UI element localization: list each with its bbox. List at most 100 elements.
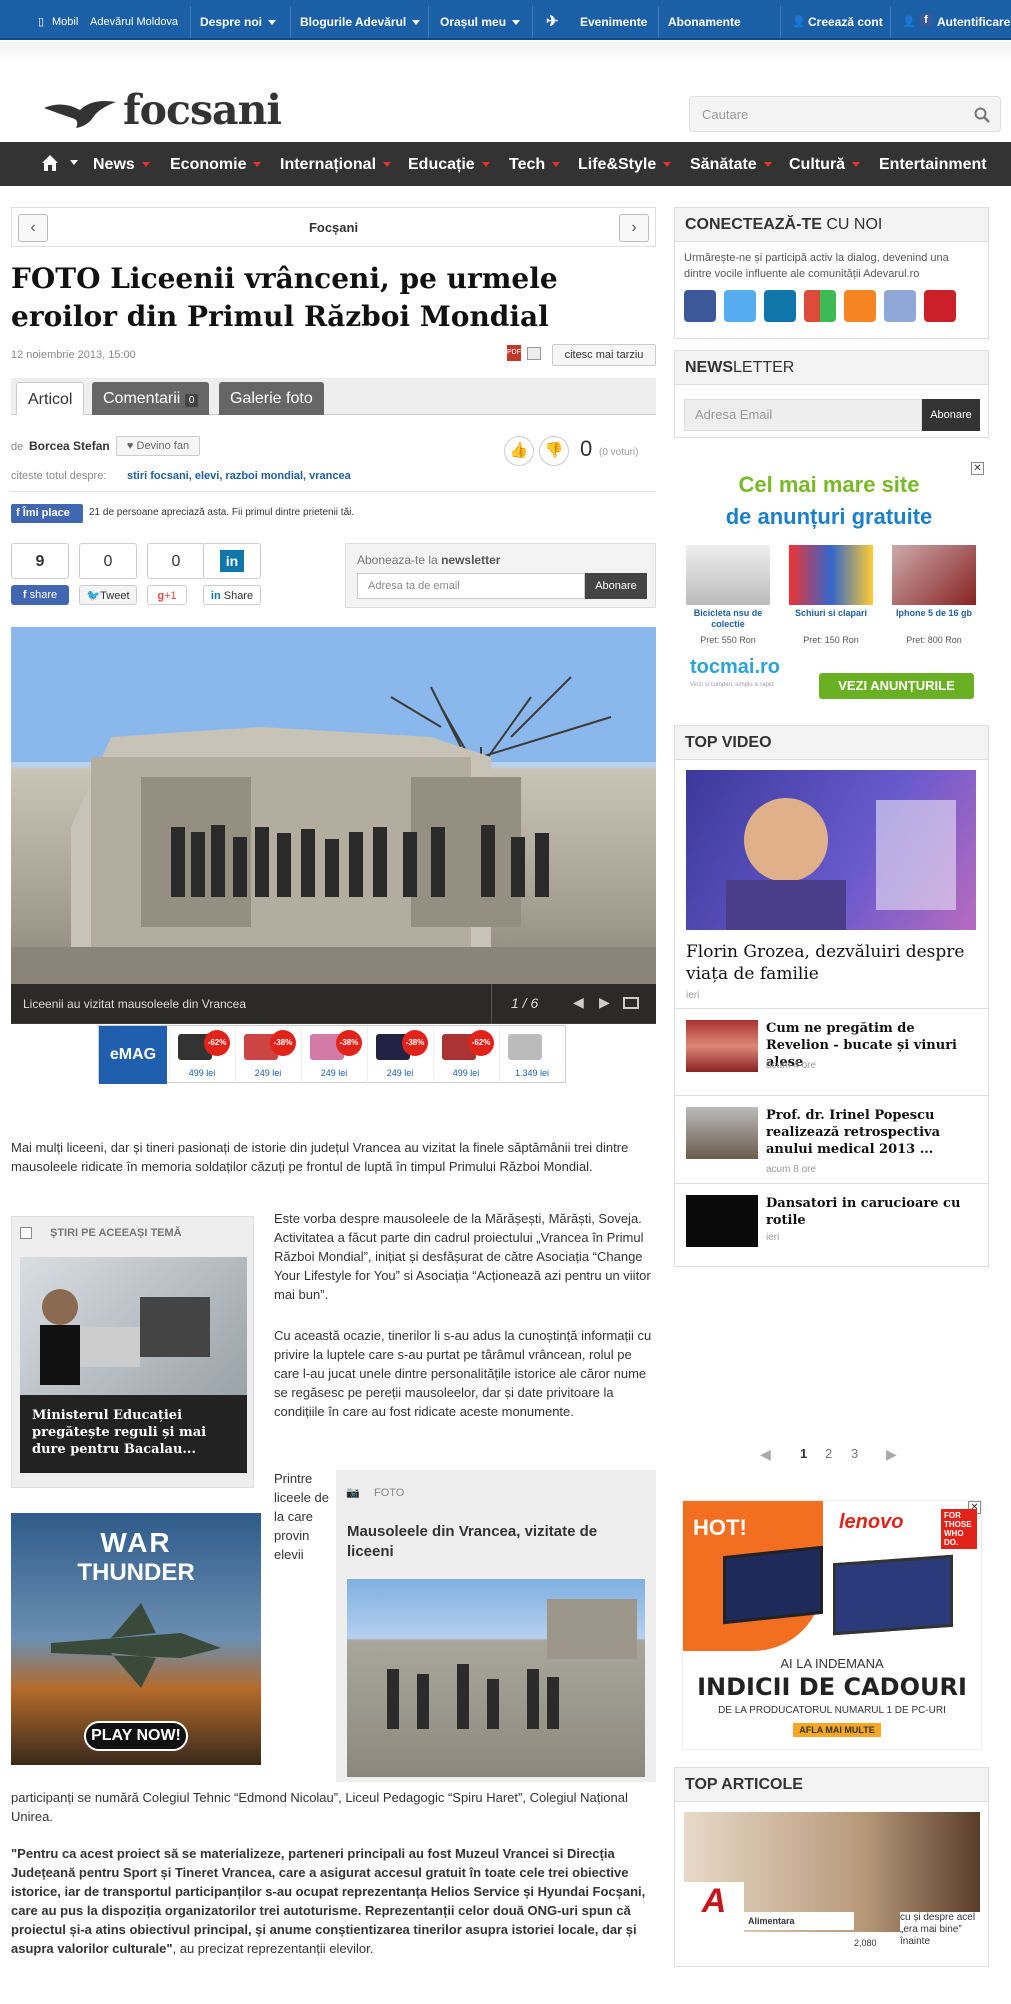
paragraph-2: Este vorba despre mausoleele de la Mărăș…	[274, 1211, 651, 1302]
linkedin-icon: in	[203, 543, 261, 579]
divider	[290, 6, 291, 38]
tocmai-ad[interactable]: ✕ Cel mai mare site de anunțuri gratuite…	[674, 460, 984, 705]
twitter-icon[interactable]	[724, 290, 756, 322]
related-article-title[interactable]: Ministerul Educației pregătește reguli ș…	[32, 1407, 237, 1458]
top-link-abonamente[interactable]: Abonamente	[668, 0, 741, 40]
video-thumbnail[interactable]	[686, 770, 976, 930]
thumbs-down-icon[interactable]: 👎	[539, 436, 569, 466]
nav-item-international[interactable]: Internațional	[280, 156, 392, 174]
fb-like-button[interactable]: f Îmi place	[11, 504, 83, 523]
page-1[interactable]: 1	[800, 1446, 807, 1461]
next-photo-icon[interactable]: ▶	[599, 994, 610, 1011]
related-image[interactable]	[20, 1257, 247, 1395]
top-link-mobil[interactable]: Mobil	[52, 0, 78, 40]
facebook-icon[interactable]	[684, 290, 716, 322]
listing-item[interactable]: Schiuri si clapari Pret: 150 Ron	[789, 545, 873, 655]
pdf-icon[interactable]: PDF	[507, 345, 521, 361]
gplus-button[interactable]: g+1	[147, 585, 187, 605]
eagle-logo-icon[interactable]	[42, 96, 118, 130]
fb-share-button[interactable]: f share	[11, 585, 69, 605]
tab-galerie[interactable]: Galerie foto	[219, 382, 324, 415]
video-title[interactable]: Florin Grozea, dezvăluiri despre viața d…	[686, 941, 976, 985]
paragraph-4-end: participanți se numără Colegiul Tehnic “…	[11, 1790, 628, 1824]
nav-item-educatie[interactable]: Educație	[408, 156, 490, 174]
fb-like-text: 21 de persoane apreciază asta. Fii primu…	[89, 507, 355, 518]
home-icon[interactable]	[41, 154, 59, 172]
tab-comentarii[interactable]: Comentarii 0	[92, 382, 210, 415]
read-later-button[interactable]: citesc mai tarziu	[552, 344, 656, 366]
newsletter-subscribe-button[interactable]: Abonare	[585, 573, 647, 599]
nav-item-news[interactable]: News	[93, 156, 150, 174]
emag-product[interactable]: 1.349 lei	[499, 1026, 563, 1084]
article-title-3[interactable]: Dansatori in carucioare cu rotile	[766, 1195, 976, 1229]
tags-links[interactable]: stiri focsani, elevi, razboi mondial, vr…	[127, 470, 351, 482]
war-thunder-ad[interactable]: WAR THUNDER PLAY NOW!	[11, 1513, 261, 1765]
create-account-link[interactable]: Creează cont	[808, 0, 883, 40]
prev-photo-icon[interactable]: ◀	[573, 994, 584, 1011]
fan-button[interactable]: ♥ Devino fan	[116, 436, 200, 456]
top-article-text[interactable]: cu și despre acel „era mai bine” înainte	[900, 1912, 980, 1948]
top-article-image[interactable]: A Alimentara 2,080 cu și despre acel „er…	[684, 1812, 980, 1956]
listing-image	[892, 545, 976, 605]
play-now-button[interactable]: PLAY NOW!	[84, 1721, 188, 1751]
nav-item-entertainment[interactable]: Entertainment	[879, 156, 987, 174]
article-thumbnail[interactable]	[686, 1195, 758, 1247]
nav-item-sanatate[interactable]: Sănătate	[690, 156, 772, 174]
emag-product[interactable]: -62% 499 lei	[169, 1026, 233, 1084]
emag-product[interactable]: -38% 249 lei	[301, 1026, 365, 1084]
learn-more-button[interactable]: AFLA MAI MULTE	[793, 1723, 881, 1737]
top-link-evenimente[interactable]: Evenimente	[580, 0, 647, 40]
author-name[interactable]: Borcea Stefan	[29, 439, 110, 453]
sidebar-subscribe-button[interactable]: Abonare	[922, 399, 980, 431]
next-article-button[interactable]: ›	[619, 214, 649, 242]
tab-articol[interactable]: Articol	[16, 382, 85, 415]
top-menu-orasul[interactable]: Orașul meu	[440, 0, 521, 40]
emag-product[interactable]: -38% 249 lei	[367, 1026, 431, 1084]
search-input[interactable]: Cautare	[689, 96, 1001, 132]
print-icon[interactable]	[527, 347, 541, 360]
linkedin-share-button[interactable]: in Share	[203, 585, 261, 605]
email-icon[interactable]	[884, 290, 916, 322]
rss-icon[interactable]	[844, 290, 876, 322]
thumbs-up-icon[interactable]: 👍	[504, 436, 534, 466]
prev-page-icon[interactable]: ◀	[760, 1446, 771, 1463]
emag-product[interactable]: -38% 249 lei	[235, 1026, 299, 1084]
article-thumbnail[interactable]	[686, 1020, 758, 1072]
article-thumbnail[interactable]	[686, 1107, 758, 1159]
nav-item-tech[interactable]: Tech	[509, 156, 561, 174]
newsletter-email-input[interactable]: Adresa ta de email	[357, 573, 585, 599]
article-title-2[interactable]: Prof. dr. Irinel Popescu realizează retr…	[766, 1107, 976, 1158]
nav-item-economie[interactable]: Economie	[170, 156, 262, 174]
page-2[interactable]: 2	[825, 1446, 832, 1461]
gallery-image[interactable]	[347, 1579, 645, 1777]
login-link[interactable]: Autentificare	[937, 0, 1010, 40]
top-link-moldova[interactable]: Adevărul Moldova	[90, 0, 178, 40]
search-icon[interactable]	[974, 107, 990, 123]
gallery-title[interactable]: Mausoleele din Vrancea, vizitate de lice…	[347, 1522, 637, 1562]
section-pager: ‹ Focșani ›	[11, 207, 656, 247]
site-logo[interactable]: focsani	[123, 86, 282, 134]
nav-item-cultura[interactable]: Cultură	[789, 156, 860, 174]
article-time-3: ieri	[766, 1232, 780, 1243]
chevron-down-icon[interactable]	[70, 160, 78, 165]
google-plus-icon[interactable]	[804, 290, 836, 322]
tweet-button[interactable]: 🐦Tweet	[79, 585, 137, 605]
nav-item-lifestyle[interactable]: Life&Style	[578, 156, 672, 174]
sidebar-email-input[interactable]: Adresa Email	[684, 399, 922, 431]
next-page-icon[interactable]: ▶	[886, 1446, 897, 1463]
main-photo[interactable]	[11, 627, 656, 1023]
lenovo-ad[interactable]: ✕ HOT! lenovo FOR THOSE WHO DO. AI LA INDE…	[682, 1500, 982, 1750]
fullscreen-icon[interactable]	[623, 997, 639, 1009]
top-menu-bloguri[interactable]: Blogurile Adevărul	[300, 0, 421, 40]
see-ads-button[interactable]: VEZI ANUNȚURILE	[819, 673, 974, 699]
page-3[interactable]: 3	[851, 1446, 858, 1461]
emag-product[interactable]: -62% 499 lei	[433, 1026, 497, 1084]
mobile-icon[interactable]: ▯	[38, 0, 44, 40]
emag-ad-banner[interactable]: eMAG -62% 499 lei -38% 249 lei -38% 249 lei -3…	[98, 1025, 566, 1084]
top-menu-despre[interactable]: Despre noi	[200, 0, 277, 40]
linkedin-icon[interactable]	[764, 290, 796, 322]
listing-item[interactable]: Bicicleta nsu de colectie Pret: 550 Ron	[686, 545, 770, 655]
listing-item[interactable]: Iphone 5 de 16 gb Pret: 800 Ron	[892, 545, 976, 655]
pinterest-icon[interactable]	[924, 290, 956, 322]
newsletter-box: Aboneaza-te la newsletter Adresa ta de e…	[345, 543, 656, 608]
